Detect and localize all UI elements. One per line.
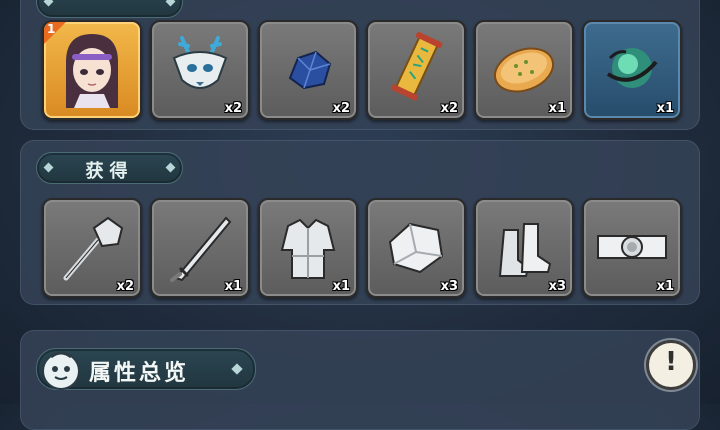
diamond-icon — [165, 0, 176, 7]
item-count: x2 — [332, 101, 350, 116]
item-count: x1 — [548, 101, 566, 116]
item-slot-blue-ore[interactable]: x2 — [258, 20, 358, 120]
item-slot-mace[interactable]: x2 — [42, 198, 142, 298]
robe-icon — [280, 218, 336, 279]
item-slot-boots[interactable]: x3 — [474, 198, 574, 298]
sword-icon — [170, 216, 232, 282]
section-title-obtained: 获得 — [85, 161, 134, 182]
item-slot-robe[interactable]: x1 — [258, 198, 358, 298]
exclamation-icon: ! — [665, 347, 677, 377]
spirit-orb-icon — [606, 48, 658, 88]
section-tab-obtained: 获得 — [36, 152, 183, 184]
bracer-icon — [388, 222, 444, 274]
blue-ore-icon — [288, 50, 332, 90]
item-slot-sword[interactable]: x1 — [150, 198, 250, 298]
item-slot-bracer[interactable]: x3 — [366, 198, 466, 298]
hero-portrait-icon — [66, 34, 118, 108]
item-slot-talisman-scroll[interactable]: x2 — [366, 20, 466, 120]
mace-icon — [63, 216, 124, 281]
item-slot-belt[interactable]: x1 — [582, 198, 682, 298]
section-tab-top — [36, 0, 183, 18]
attribute-overview-title: 属性总览 — [89, 361, 190, 386]
diamond-icon — [43, 0, 54, 7]
item-count: x1 — [332, 279, 350, 294]
rank-badge-number: 1 — [47, 22, 56, 36]
attribute-mascot-icon — [42, 351, 80, 390]
attribute-overview-tab[interactable]: 属性总览 — [36, 348, 256, 390]
item-count: x1 — [656, 101, 674, 116]
belt-icon — [597, 235, 667, 259]
item-slot-flatbread[interactable]: x1 — [474, 20, 574, 120]
boots-icon — [498, 223, 552, 277]
item-slot-spirit-orb[interactable]: x1 — [582, 20, 682, 120]
info-button[interactable]: ! — [646, 340, 696, 390]
item-count: x1 — [656, 279, 674, 294]
item-slot-hero-avatar[interactable]: 1 — [42, 20, 142, 120]
item-count: x3 — [548, 279, 566, 294]
item-count: x2 — [116, 279, 134, 294]
diamond-icon — [231, 363, 243, 375]
item-count: x3 — [440, 279, 458, 294]
item-slot-deer-mask[interactable]: x2 — [150, 20, 250, 120]
item-count: x2 — [440, 101, 458, 116]
flatbread-icon — [493, 47, 555, 93]
talisman-scroll-icon — [391, 31, 443, 101]
item-count: x2 — [224, 101, 242, 116]
item-count: x1 — [224, 279, 242, 294]
deer-mask-icon — [172, 36, 228, 89]
